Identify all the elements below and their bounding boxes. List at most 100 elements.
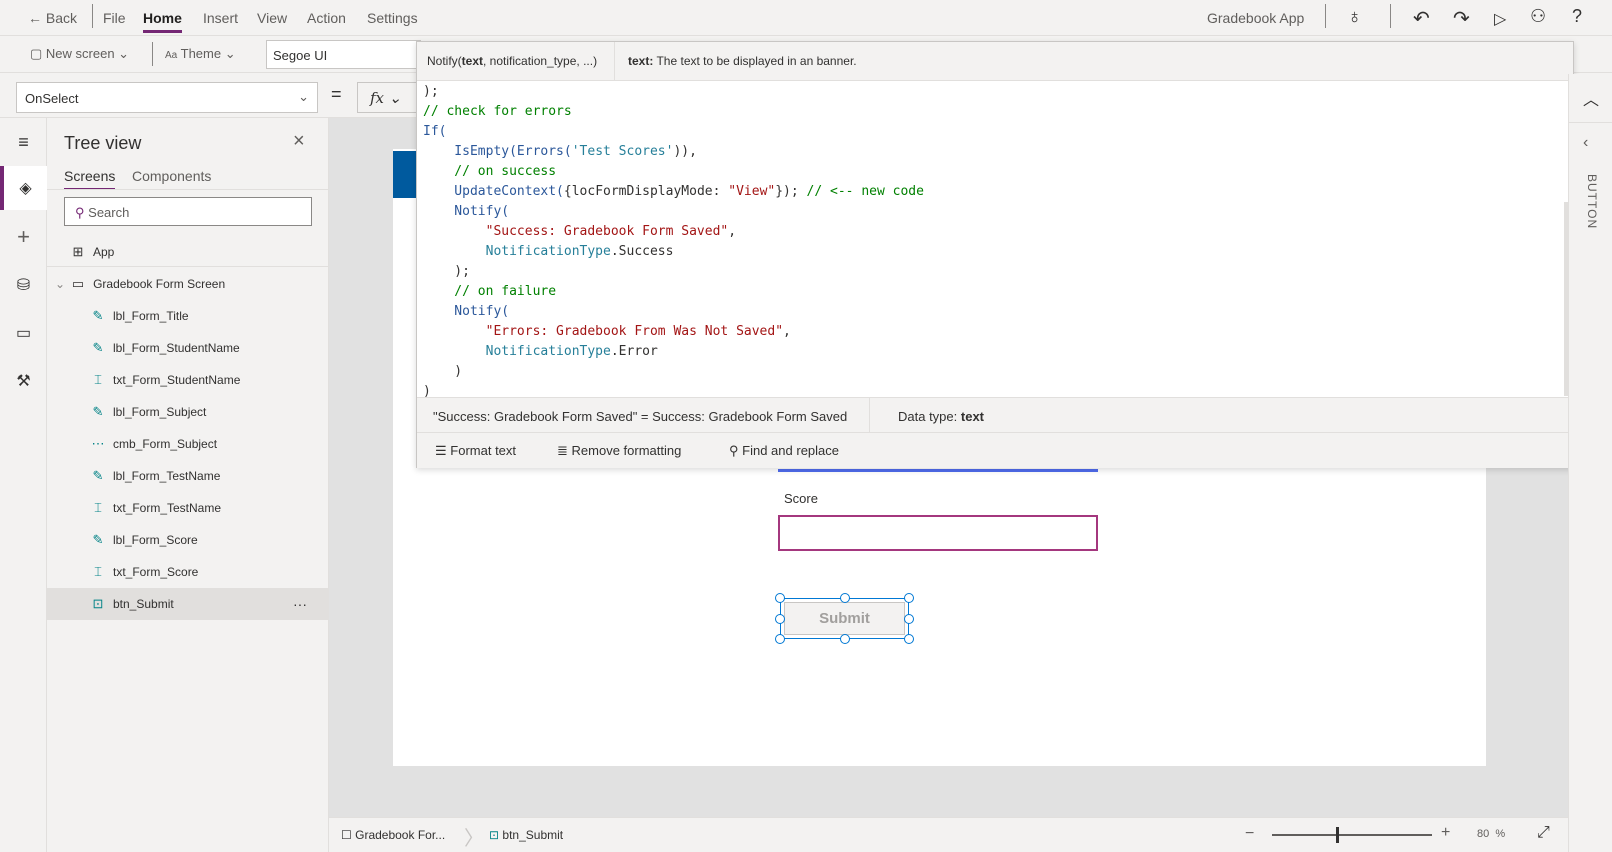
tools-icon[interactable]: ⚒: [0, 359, 47, 403]
submit-label: Submit: [819, 610, 870, 627]
media-icon[interactable]: ▭: [0, 311, 47, 355]
input-underline: [778, 469, 1098, 472]
label-icon: ✎: [92, 308, 104, 323]
button-icon: ⊡: [489, 828, 500, 842]
code-line: Notify(: [423, 204, 510, 219]
find-replace-button[interactable]: ⚲ Find and replace: [729, 443, 839, 459]
stethoscope-icon[interactable]: ♁: [1347, 6, 1362, 29]
resize-handle[interactable]: [840, 593, 850, 603]
font-select[interactable]: Segoe UI: [266, 40, 421, 69]
tree-item-app[interactable]: ⊞ App: [47, 236, 329, 268]
breadcrumb-screen[interactable]: ☐ Gradebook For...: [341, 828, 445, 842]
tree-item[interactable]: ⌶ txt_Form_Score: [47, 556, 329, 588]
fit-to-window-icon[interactable]: ⤢: [1537, 824, 1550, 842]
code-line: "Success: Gradebook Form Saved",: [423, 224, 737, 239]
remove-formatting-icon: ≣: [557, 443, 568, 458]
app-name: Gradebook App: [1207, 10, 1305, 26]
tree-item-label: Gradebook Form Screen: [93, 277, 226, 291]
resize-handle[interactable]: [904, 614, 914, 624]
hamburger-menu-icon[interactable]: ≡: [0, 120, 47, 164]
more-options-button[interactable]: ···: [293, 596, 307, 612]
resize-handle[interactable]: [775, 593, 785, 603]
label-icon: ✎: [92, 532, 104, 547]
theme-icon: Aa: [165, 50, 178, 61]
undo-icon[interactable]: ↶: [1413, 6, 1430, 31]
code-line: IsEmpty(Errors('Test Scores')),: [423, 144, 697, 159]
remove-formatting-button[interactable]: ≣ Remove formatting: [557, 443, 681, 459]
help-icon[interactable]: ?: [1572, 6, 1582, 27]
zoom-slider-thumb[interactable]: [1336, 827, 1339, 843]
fx-label: fx: [370, 89, 385, 107]
resize-handle[interactable]: [904, 634, 914, 644]
submit-button[interactable]: Submit: [775, 593, 914, 644]
menu-settings[interactable]: Settings: [367, 10, 418, 26]
label-icon: ✎: [92, 340, 104, 355]
font-value: Segoe UI: [273, 48, 328, 63]
divider: [92, 4, 93, 28]
resize-handle[interactable]: [840, 634, 850, 644]
menu-action[interactable]: Action: [307, 10, 346, 26]
menu-file[interactable]: File: [103, 10, 126, 26]
fx-button[interactable]: fx ⌄: [357, 82, 417, 113]
menu-view[interactable]: View: [257, 10, 287, 26]
redo-icon[interactable]: ↷: [1453, 6, 1470, 31]
close-icon[interactable]: ×: [293, 130, 305, 153]
theme-button[interactable]: Aa Theme ⌄: [165, 46, 236, 62]
search-input[interactable]: ⚲ Search: [64, 197, 312, 226]
chevron-up-icon[interactable]: ︿: [1583, 86, 1599, 110]
result-row: "Success: Gradebook Form Saved" = Succes…: [417, 397, 1573, 433]
tree-item-label: lbl_Form_Subject: [113, 405, 207, 419]
back-button[interactable]: ← Back: [28, 10, 77, 26]
share-user-icon[interactable]: ⚇: [1530, 6, 1546, 27]
format-text-button[interactable]: ☰ Format text: [435, 443, 516, 459]
divider: [1325, 4, 1326, 28]
insert-plus-icon[interactable]: +: [0, 215, 47, 259]
tree-item[interactable]: ⊡ btn_Submit ···: [47, 588, 329, 620]
zoom-out-button[interactable]: −: [1245, 825, 1254, 843]
parameter-help: text: The text to be displayed in an ban…: [628, 54, 857, 68]
tree-item[interactable]: ✎ lbl_Form_Subject: [47, 396, 329, 428]
divider: [47, 266, 329, 267]
breadcrumb-control[interactable]: ⊡ btn_Submit: [489, 828, 563, 842]
new-screen-button[interactable]: ▢ New screen ⌄: [30, 46, 129, 62]
zoom-level: 80 %: [1477, 828, 1506, 840]
code-line: UpdateContext({locFormDisplayMode: "View…: [423, 184, 924, 199]
data-type: Data type: text: [898, 409, 985, 424]
tree-item-screen[interactable]: ⌄ ▭ Gradebook Form Screen: [47, 268, 329, 300]
menu-insert[interactable]: Insert: [203, 10, 238, 26]
score-input[interactable]: [778, 515, 1098, 551]
tree-item[interactable]: ✎ lbl_Form_Score: [47, 524, 329, 556]
code-line: // on success: [423, 164, 557, 179]
code-line: Notify(: [423, 304, 510, 319]
zoom-in-button[interactable]: +: [1441, 824, 1450, 842]
tree-item[interactable]: ⌶ txt_Form_StudentName: [47, 364, 329, 396]
play-icon[interactable]: ▷: [1494, 9, 1506, 29]
function-signature: Notify(text, notification_type, ...): [427, 54, 598, 68]
tree-item[interactable]: ✎ lbl_Form_TestName: [47, 460, 329, 492]
tree-view-layers-icon[interactable]: ◈: [0, 166, 47, 210]
tree-item-label: lbl_Form_TestName: [113, 469, 221, 483]
tree-item[interactable]: ✎ lbl_Form_Title: [47, 300, 329, 332]
resize-handle[interactable]: [775, 614, 785, 624]
tree-item[interactable]: ✎ lbl_Form_StudentName: [47, 332, 329, 364]
formula-code-editor[interactable]: ); // check for errors If( IsEmpty(Errors(…: [423, 82, 1563, 399]
status-bar: ☐ Gradebook For... 〉 ⊡ btn_Submit − + 80…: [329, 817, 1568, 852]
menu-home[interactable]: Home: [143, 10, 182, 33]
property-dropdown[interactable]: OnSelect ⌄: [16, 82, 318, 113]
tree-item[interactable]: ⋯ cmb_Form_Subject: [47, 428, 329, 460]
search-icon: ⚲: [75, 205, 85, 220]
text-input-icon: ⌶: [94, 500, 102, 515]
tab-components[interactable]: Components: [132, 168, 211, 184]
resize-handle[interactable]: [904, 593, 914, 603]
data-cylinder-icon[interactable]: ⛁: [0, 263, 47, 307]
zoom-slider[interactable]: [1272, 834, 1432, 836]
label-icon: ✎: [92, 404, 104, 419]
tree-item[interactable]: ⌶ txt_Form_TestName: [47, 492, 329, 524]
divider: [1390, 4, 1391, 28]
resize-handle[interactable]: [775, 634, 785, 644]
tab-screens[interactable]: Screens: [64, 168, 116, 190]
breadcrumb-separator: 〉: [464, 828, 484, 850]
chevron-left-icon[interactable]: ‹: [1583, 134, 1588, 152]
tree-item-label: lbl_Form_StudentName: [113, 341, 240, 355]
score-label: Score: [784, 491, 818, 506]
